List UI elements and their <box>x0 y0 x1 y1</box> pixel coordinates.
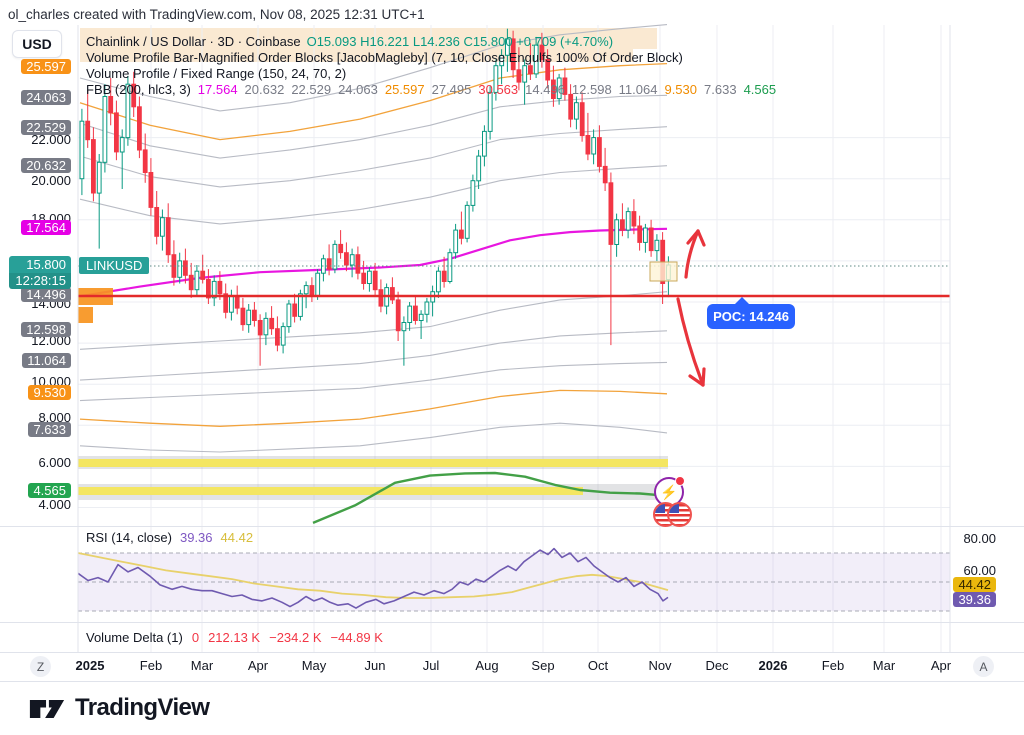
fbb-band-value: 27.495 <box>432 82 472 97</box>
timezone-button[interactable]: Z <box>30 656 51 677</box>
legend-indicator-fbb[interactable]: FBB (200, hlc3, 3) 17.564 20.632 22.529 24.0… <box>86 82 776 97</box>
time-label: 2025 <box>76 658 105 673</box>
time-label: Nov <box>648 658 671 673</box>
bar-countdown: 12:28:15 <box>9 273 71 289</box>
chart-canvas[interactable] <box>0 0 1024 735</box>
current-price-badge: 15.80012:28:15 <box>9 256 71 289</box>
price-label: 6.000 <box>38 455 71 471</box>
fbb-band-value: 20.632 <box>245 82 285 97</box>
time-label: Mar <box>873 658 895 673</box>
tradingview-logo-mark <box>28 695 66 722</box>
time-label: Feb <box>140 658 162 673</box>
up-arrowhead <box>698 231 704 245</box>
time-label: Dec <box>705 658 728 673</box>
price-badge: 24.063 <box>21 90 71 105</box>
legend-symbol-row[interactable]: Chainlink / US Dollar · 3D · Coinbase O15… <box>86 34 613 49</box>
rsi-value: 39.36 <box>180 530 213 545</box>
price-badge: 25.597 <box>21 59 71 74</box>
legend-indicator-volume-profile[interactable]: Volume Profile / Fixed Range (150, 24, 7… <box>86 66 346 81</box>
fbb-band <box>80 95 667 158</box>
rsi-ma-value: 44.42 <box>221 530 254 545</box>
price-badge: 20.632 <box>21 158 71 173</box>
fbb-band-value: 24.063 <box>338 82 378 97</box>
price-badge: 12.598 <box>21 322 71 337</box>
current-price-value: 15.800 <box>9 256 71 273</box>
down-arrowhead <box>703 369 704 385</box>
rsi-scale-badge: 44.42 <box>953 577 996 592</box>
fbb-band <box>80 423 667 452</box>
time-label: Jun <box>365 658 386 673</box>
volume-delta-value: −44.89 K <box>331 630 383 645</box>
axis-settings-button[interactable]: A <box>973 656 994 677</box>
time-label: Mar <box>191 658 213 673</box>
fbb-label: FBB (200, hlc3, 3) <box>86 82 191 97</box>
rsi-scale-label: 80.00 <box>963 531 996 546</box>
fbb-band <box>80 390 667 426</box>
time-label: Jul <box>423 658 440 673</box>
fbb-band-value: 22.529 <box>291 82 331 97</box>
legend-indicator-order-blocks[interactable]: Volume Profile Bar-Magnified Order Block… <box>86 50 683 65</box>
price-badge: 14.496 <box>21 287 71 302</box>
volume-delta-value: −234.2 K <box>269 630 321 645</box>
fbb-band-value: 4.565 <box>744 82 777 97</box>
fbb-band-value: 30.563 <box>478 82 518 97</box>
time-label: Apr <box>931 658 951 673</box>
time-label: Feb <box>822 658 844 673</box>
order-block-zone <box>633 28 657 49</box>
order-block-box <box>650 262 677 281</box>
rsi-legend[interactable]: RSI (14, close) 39.36 44.42 <box>86 530 253 545</box>
down-arrow <box>678 299 703 385</box>
time-axis[interactable]: 2025 Feb Mar Apr May Jun Jul Aug Sep Oct Nov Dec 202… <box>0 653 1024 681</box>
price-badge: 7.633 <box>28 422 71 437</box>
price-label: 20.000 <box>31 173 71 189</box>
time-label: Aug <box>475 658 498 673</box>
time-label: May <box>302 658 327 673</box>
volume-delta-legend[interactable]: Volume Delta (1) 0 212.13 K −234.2 K −44.89 … <box>86 630 383 645</box>
price-label: 4.000 <box>38 497 71 513</box>
fbb-band-value: 9.530 <box>664 82 697 97</box>
tradingview-wordmark: TradingView <box>75 694 209 722</box>
notification-dot-icon <box>675 476 685 486</box>
band-yellow <box>78 459 668 467</box>
price-badge: 22.529 <box>21 120 71 135</box>
tradingview-chart-page: { "watermark": "ol_charles created with … <box>0 0 1024 735</box>
rsi-scale-badge: 39.36 <box>953 592 996 607</box>
price-badge: 4.565 <box>28 483 71 498</box>
fbb-band-value: 25.597 <box>385 82 425 97</box>
time-label: Oct <box>588 658 608 673</box>
rsi-scale-label: 60.00 <box>963 563 996 578</box>
fbb-band-value: 7.633 <box>704 82 737 97</box>
fbb-band-value: 12.598 <box>572 82 612 97</box>
price-badge: 9.530 <box>28 385 71 400</box>
time-label: Apr <box>248 658 268 673</box>
volume-delta-label: Volume Delta (1) <box>86 630 183 645</box>
time-label: 2026 <box>759 658 788 673</box>
volume-profile-bar <box>78 307 93 323</box>
volume-delta-value: 0 <box>192 630 199 645</box>
price-badge: 17.564 <box>21 220 71 235</box>
fbb-band <box>80 292 667 350</box>
fbb-band <box>80 362 667 400</box>
rsi-label: RSI (14, close) <box>86 530 172 545</box>
fbb-band-value: 11.064 <box>619 82 658 97</box>
fbb-band-value: 14.496 <box>525 82 565 97</box>
symbol-title: Chainlink / US Dollar · 3D · Coinbase <box>86 34 301 49</box>
tradingview-logo[interactable]: TradingView <box>28 694 209 722</box>
band-yellow <box>78 487 583 495</box>
time-label: Sep <box>531 658 554 673</box>
symbol-ohlc: O15.093 H16.221 L14.236 C15.800 +0.709 (… <box>307 34 613 49</box>
poc-tooltip[interactable]: POC: 14.246 <box>707 304 795 329</box>
fbb-band-value: 17.564 <box>198 82 238 97</box>
us-flag-icon-2[interactable] <box>667 502 692 527</box>
price-badge: 11.064 <box>22 353 71 368</box>
price-scale[interactable]: 22.00020.00018.00014.00012.00010.0008.00… <box>0 0 73 652</box>
fbb-band <box>80 127 667 187</box>
fbb-band <box>80 331 667 380</box>
volume-delta-value: 212.13 K <box>208 630 260 645</box>
symbol-flag-badge[interactable]: LINKUSD <box>79 257 149 274</box>
